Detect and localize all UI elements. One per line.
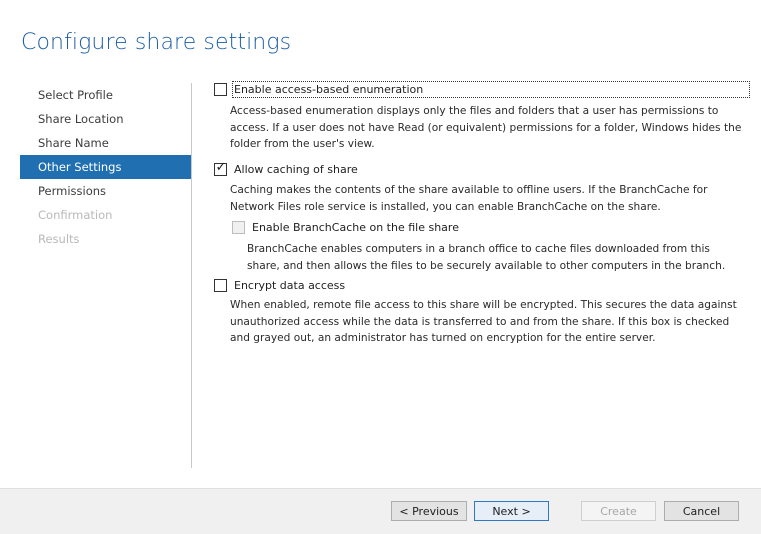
- encrypt-option[interactable]: Encrypt data access: [214, 279, 345, 292]
- caching-option[interactable]: ✓ Allow caching of share: [214, 160, 358, 176]
- branchcache-option: Enable BranchCache on the file share: [232, 221, 459, 234]
- abe-option[interactable]: Enable access-based enumeration: [214, 81, 751, 98]
- branchcache-checkbox: [232, 221, 245, 234]
- caching-description: Caching makes the contents of the share …: [230, 184, 708, 213]
- checkmark-icon: ✓: [215, 160, 227, 175]
- page-title: Configure share settings: [21, 30, 292, 55]
- branchcache-description: BranchCache enables computers in a branc…: [247, 243, 726, 272]
- button-bar: < Previous Next > Create Cancel: [0, 488, 761, 534]
- encrypt-checkbox[interactable]: [214, 279, 227, 292]
- nav-item-select-profile[interactable]: Select Profile: [20, 83, 191, 107]
- vertical-divider: [191, 83, 192, 468]
- caching-checkbox[interactable]: ✓: [214, 160, 227, 176]
- encrypt-description: When enabled, remote file access to this…: [230, 299, 737, 344]
- abe-checkbox[interactable]: [214, 83, 227, 96]
- caching-label[interactable]: Allow caching of share: [234, 163, 358, 176]
- nav-item-confirmation: Confirmation: [38, 208, 113, 222]
- nav-item-share-name[interactable]: Share Name: [20, 131, 191, 155]
- cancel-button[interactable]: Cancel: [664, 501, 739, 521]
- nav-item-other-settings[interactable]: Other Settings: [20, 155, 191, 179]
- abe-label[interactable]: Enable access-based enumeration: [231, 81, 751, 98]
- abe-description: Access-based enumeration displays only t…: [230, 105, 742, 150]
- wizard-nav: Select Profile Share Location Share Name…: [20, 83, 191, 251]
- nav-item-permissions[interactable]: Permissions: [20, 179, 191, 203]
- create-button: Create: [581, 501, 656, 521]
- nav-item-share-location[interactable]: Share Location: [20, 107, 191, 131]
- branchcache-label: Enable BranchCache on the file share: [252, 221, 459, 234]
- previous-button[interactable]: < Previous: [391, 501, 467, 521]
- encrypt-label[interactable]: Encrypt data access: [234, 279, 345, 292]
- next-button[interactable]: Next >: [474, 501, 549, 521]
- nav-item-results: Results: [38, 232, 80, 246]
